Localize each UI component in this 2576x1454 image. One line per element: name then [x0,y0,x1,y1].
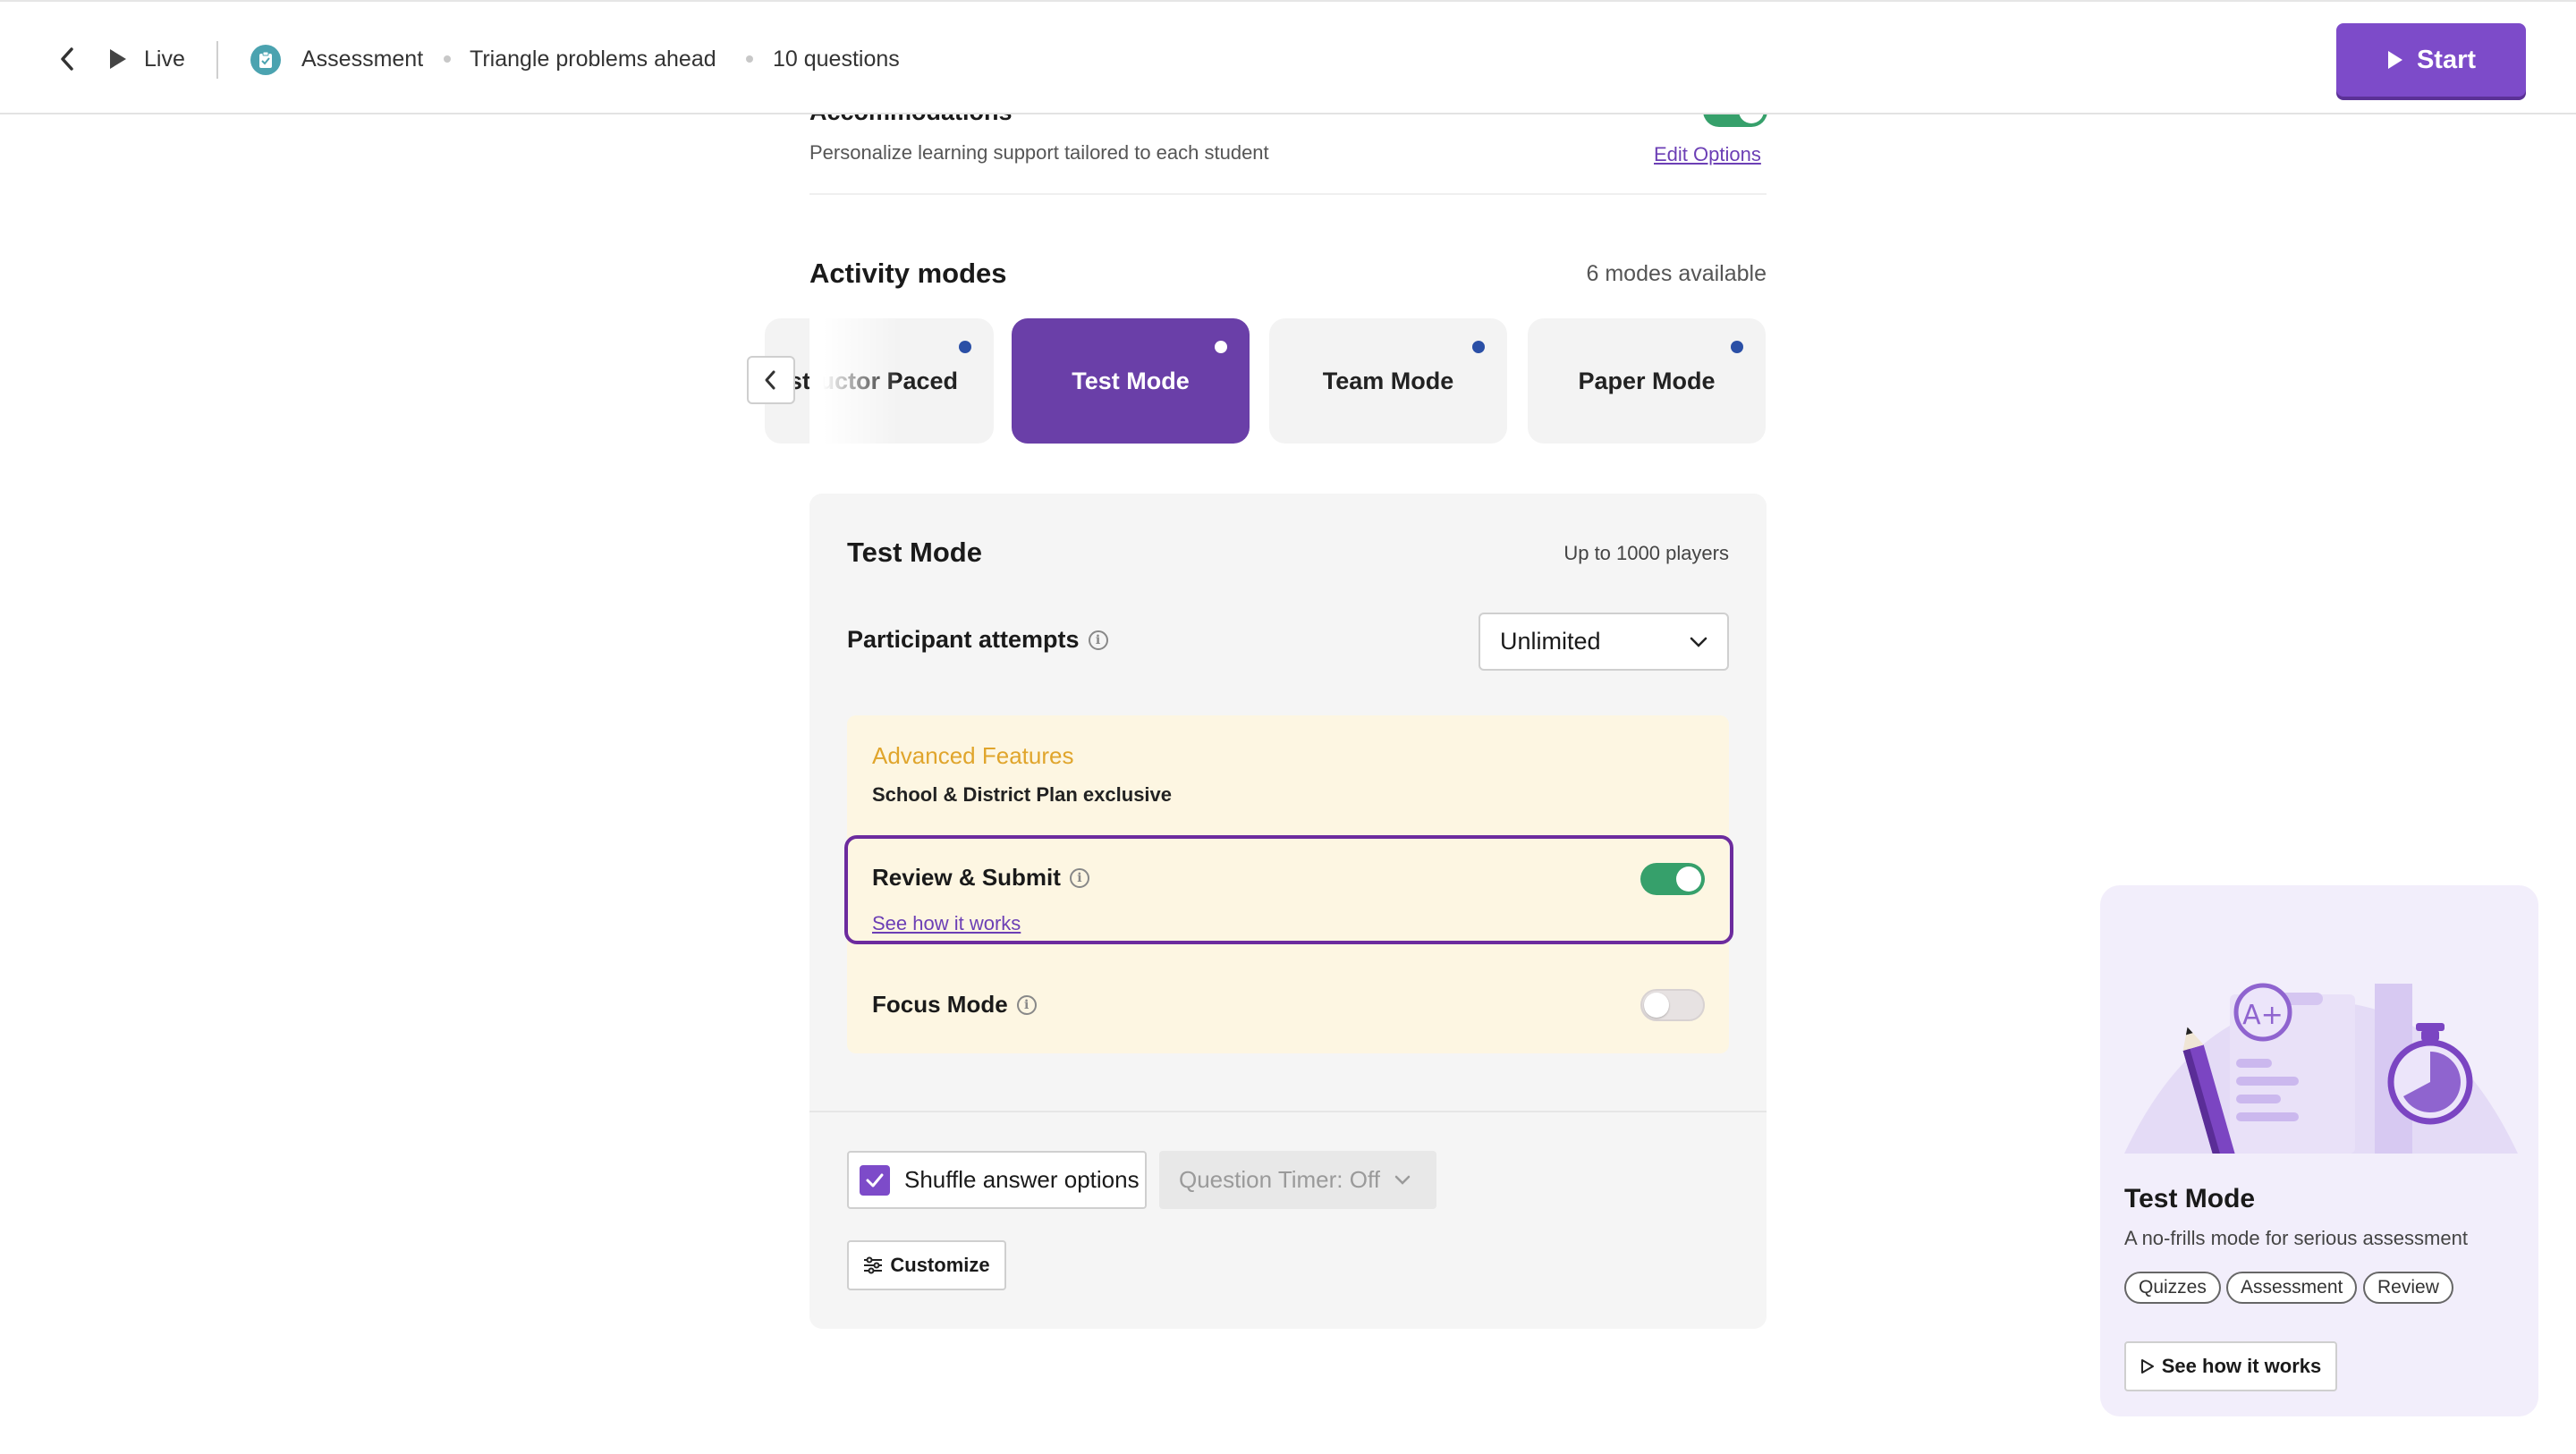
customize-label: Customize [890,1254,990,1276]
quiz-type-label: Assessment [301,46,424,72]
customize-button[interactable]: Customize [847,1240,1006,1290]
play-icon [2387,51,2402,69]
activity-modes-title: Activity modes [809,258,1007,289]
mode-card-instructor-paced[interactable]: Instructor Paced [765,318,994,444]
checkbox-checked[interactable] [860,1164,890,1196]
mode-label: Paper Mode [1578,367,1716,394]
mode-indicator-dot [1731,341,1743,353]
mode-indicator-dot [959,341,971,353]
shuffle-label: Shuffle answer options [904,1166,1140,1193]
mode-card-paper-mode[interactable]: Paper Mode [1528,318,1766,444]
focus-mode-label: Focus Mode i [872,991,1037,1019]
attempts-select[interactable]: Unlimited [1479,613,1729,671]
play-icon [107,47,129,71]
tag-quizzes: Quizzes [2124,1272,2221,1304]
chevron-left-icon [765,370,775,390]
participant-attempts-label: Participant attempts i [847,626,1108,654]
grade-text: A+ [2242,1000,2284,1031]
mode-label: Test Mode [1072,367,1190,394]
header-divider [216,41,218,79]
play-outline-icon [2140,1359,2154,1374]
mode-indicator-dot [1472,341,1485,353]
sliders-icon [864,1256,883,1274]
top-bar: Live Assessment Triangle problems ahead … [0,0,2576,114]
panel-title: Test Mode [847,537,982,568]
info-card-description: A no-frills mode for serious assessment [2124,1227,2468,1249]
question-timer-dropdown[interactable]: Question Timer: Off [1159,1151,1436,1209]
separator-dot [444,55,451,63]
player-limit: Up to 1000 players [1563,542,1729,564]
section-divider [809,193,1767,195]
assessment-icon [250,45,281,75]
question-count: 10 questions [773,46,900,72]
mode-label: Team Mode [1322,367,1454,394]
carousel-prev-button[interactable] [747,356,795,404]
mode-card-team-mode[interactable]: Team Mode [1269,318,1507,444]
back-icon[interactable] [57,46,79,72]
start-button[interactable]: Start [2336,23,2526,97]
card-button-label: See how it works [2161,1355,2322,1377]
review-submit-label: Review & Submit i [872,864,1089,892]
panel-divider [809,1111,1767,1112]
tag-review: Review [2363,1272,2453,1304]
quiz-title: Triangle problems ahead [470,46,716,72]
tag-assessment: Assessment [2226,1272,2358,1304]
advanced-features-title: Advanced Features [872,742,1074,769]
see-how-it-works-link[interactable]: See how it works [872,912,1021,935]
focus-mode-text: Focus Mode [872,991,1008,1018]
info-card-title: Test Mode [2124,1184,2256,1213]
separator-dot [746,55,753,63]
mode-label: Instructor Paced [767,367,958,394]
test-mode-illustration: A+ [2124,975,2518,1154]
focus-mode-toggle[interactable] [1640,989,1705,1021]
modes-count: 6 modes available [1586,261,1767,286]
info-icon[interactable]: i [1016,994,1037,1015]
review-submit-toggle[interactable] [1640,863,1705,895]
review-submit-text: Review & Submit [872,864,1061,891]
info-icon[interactable]: i [1088,630,1108,650]
attempts-text: Participant attempts [847,626,1080,653]
chevron-down-icon [1690,637,1707,647]
edit-options-link[interactable]: Edit Options [1654,143,1761,166]
mode-card-test-mode[interactable]: Test Mode [1012,318,1250,444]
see-how-it-works-button[interactable]: See how it works [2124,1341,2337,1391]
start-label: Start [2416,45,2477,74]
chevron-down-icon [1394,1175,1411,1185]
attempts-value: Unlimited [1500,628,1601,655]
shuffle-answer-options-checkbox[interactable]: Shuffle answer options [847,1151,1147,1209]
accommodations-description: Personalize learning support tailored to… [809,141,1269,164]
live-label: Live [144,46,185,72]
info-icon[interactable]: i [1069,867,1089,888]
check-icon [866,1173,884,1187]
mode-indicator-dot [1215,341,1227,353]
plan-exclusive-note: School & District Plan exclusive [872,783,1173,806]
timer-label: Question Timer: Off [1179,1166,1380,1193]
